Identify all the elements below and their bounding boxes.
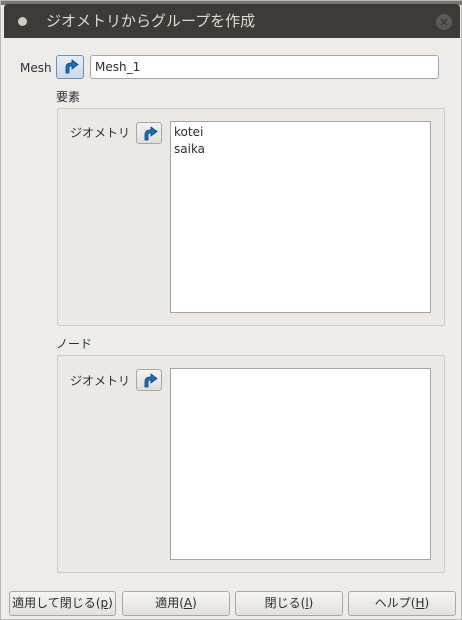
help-button[interactable]: ヘルプ(H): [348, 591, 456, 616]
selection-arrow-icon: [144, 126, 158, 141]
close-icon[interactable]: ×: [436, 14, 452, 30]
elements-geometry-select-button[interactable]: [136, 122, 162, 144]
nodes-geometry-label: ジオメトリ: [70, 374, 131, 388]
dialog-window: ジオメトリからグループを作成 × Mesh Mesh_1 要素 ジオメトリ ko…: [0, 0, 462, 620]
title-bar[interactable]: ジオメトリからグループを作成 ×: [4, 4, 460, 38]
mesh-name-field[interactable]: Mesh_1: [90, 55, 439, 79]
apply-and-close-button[interactable]: 適用して閉じる(p): [9, 591, 116, 616]
window-title: ジオメトリからグループを作成: [46, 12, 256, 30]
apply-label: 適用(: [155, 596, 184, 610]
apply-suffix: ): [192, 596, 197, 610]
window-menu-icon[interactable]: [18, 17, 27, 26]
list-item[interactable]: saika: [174, 141, 427, 158]
elements-geometry-list[interactable]: kotei saika: [170, 121, 431, 313]
close-label: 閉じる(: [264, 596, 306, 610]
list-item[interactable]: kotei: [174, 124, 427, 141]
apply-and-close-suffix: ): [108, 596, 113, 610]
help-suffix: ): [424, 596, 430, 610]
nodes-geometry-list[interactable]: [170, 368, 431, 560]
nodes-geometry-select-button[interactable]: [136, 369, 162, 391]
elements-section-label: 要素: [56, 90, 81, 104]
help-label: ヘルプ(: [374, 596, 416, 610]
help-mnemonic: H: [415, 596, 425, 610]
mesh-label: Mesh: [20, 61, 52, 75]
nodes-section-label: ノード: [56, 337, 93, 351]
close-suffix: ): [308, 596, 314, 610]
close-button[interactable]: 閉じる(l): [235, 591, 343, 616]
apply-and-close-mnemonic: p: [100, 596, 109, 610]
apply-mnemonic: A: [183, 596, 193, 610]
apply-button[interactable]: 適用(A): [122, 591, 230, 616]
elements-geometry-label: ジオメトリ: [70, 126, 131, 140]
selection-arrow-icon: [144, 373, 158, 388]
mesh-select-button[interactable]: [56, 55, 84, 79]
selection-arrow-icon: [65, 59, 79, 74]
apply-and-close-label: 適用して閉じる(: [12, 596, 101, 610]
